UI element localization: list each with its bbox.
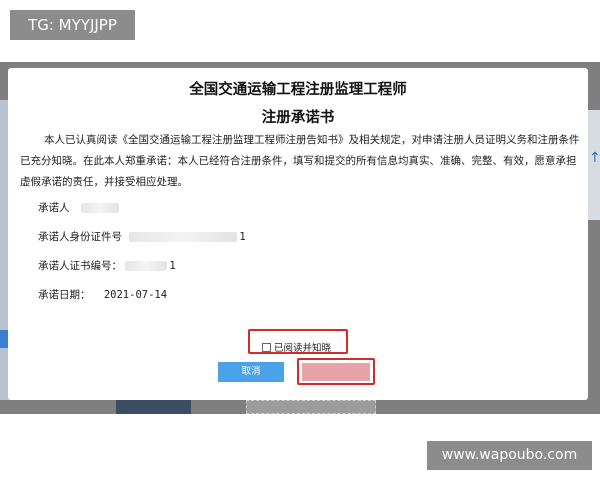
promisor-label: 承诺人: [38, 202, 70, 214]
commitment-statement: 本人已认真阅读《全国交通运输工程注册监理工程师注册告知书》及相关规定，对申请注册…: [20, 134, 580, 188]
agree-label: 已阅读并知晓: [274, 343, 332, 354]
confirm-button[interactable]: [302, 363, 370, 381]
date-row: 承诺日期： 2021-07-14: [38, 287, 167, 302]
background-sidebar-highlight: [0, 330, 8, 348]
redacted-id-number: [129, 232, 238, 242]
redacted-name: [80, 203, 119, 213]
id-number-row: 承诺人身份证件号 1: [38, 229, 246, 244]
cancel-button[interactable]: 取消: [218, 362, 284, 382]
cert-number-row: 承诺人证书编号： 1: [38, 258, 176, 273]
promisor-row: 承诺人: [38, 200, 119, 215]
agree-checkbox-row[interactable]: 已阅读并知晓: [262, 340, 331, 354]
dialog-subtitle: 注册承诺书: [261, 110, 335, 126]
arrow-up-icon: ↑: [589, 150, 600, 166]
date-value: 2021-07-14: [103, 289, 168, 301]
background-block: [116, 400, 191, 414]
id-number-suffix: 1: [239, 231, 247, 243]
commitment-dialog: 全国交通运输工程注册监理工程师 注册承诺书 本人已认真阅读《全国交通运输工程注册…: [8, 68, 588, 400]
id-number-label: 承诺人身份证件号: [38, 231, 122, 243]
background-block: [246, 400, 376, 414]
cert-number-label: 承诺人证书编号：: [38, 260, 122, 272]
watermark-label: TG: MYYJJPP: [10, 10, 135, 40]
agree-checkbox[interactable]: [262, 342, 271, 352]
redacted-cert-number: [125, 261, 168, 271]
watermark-site-label: www.wapoubo.com: [427, 441, 592, 470]
cert-number-suffix: 1: [169, 260, 177, 272]
date-label: 承诺日期：: [38, 289, 91, 301]
dialog-title: 全国交通运输工程注册监理工程师: [189, 82, 407, 98]
